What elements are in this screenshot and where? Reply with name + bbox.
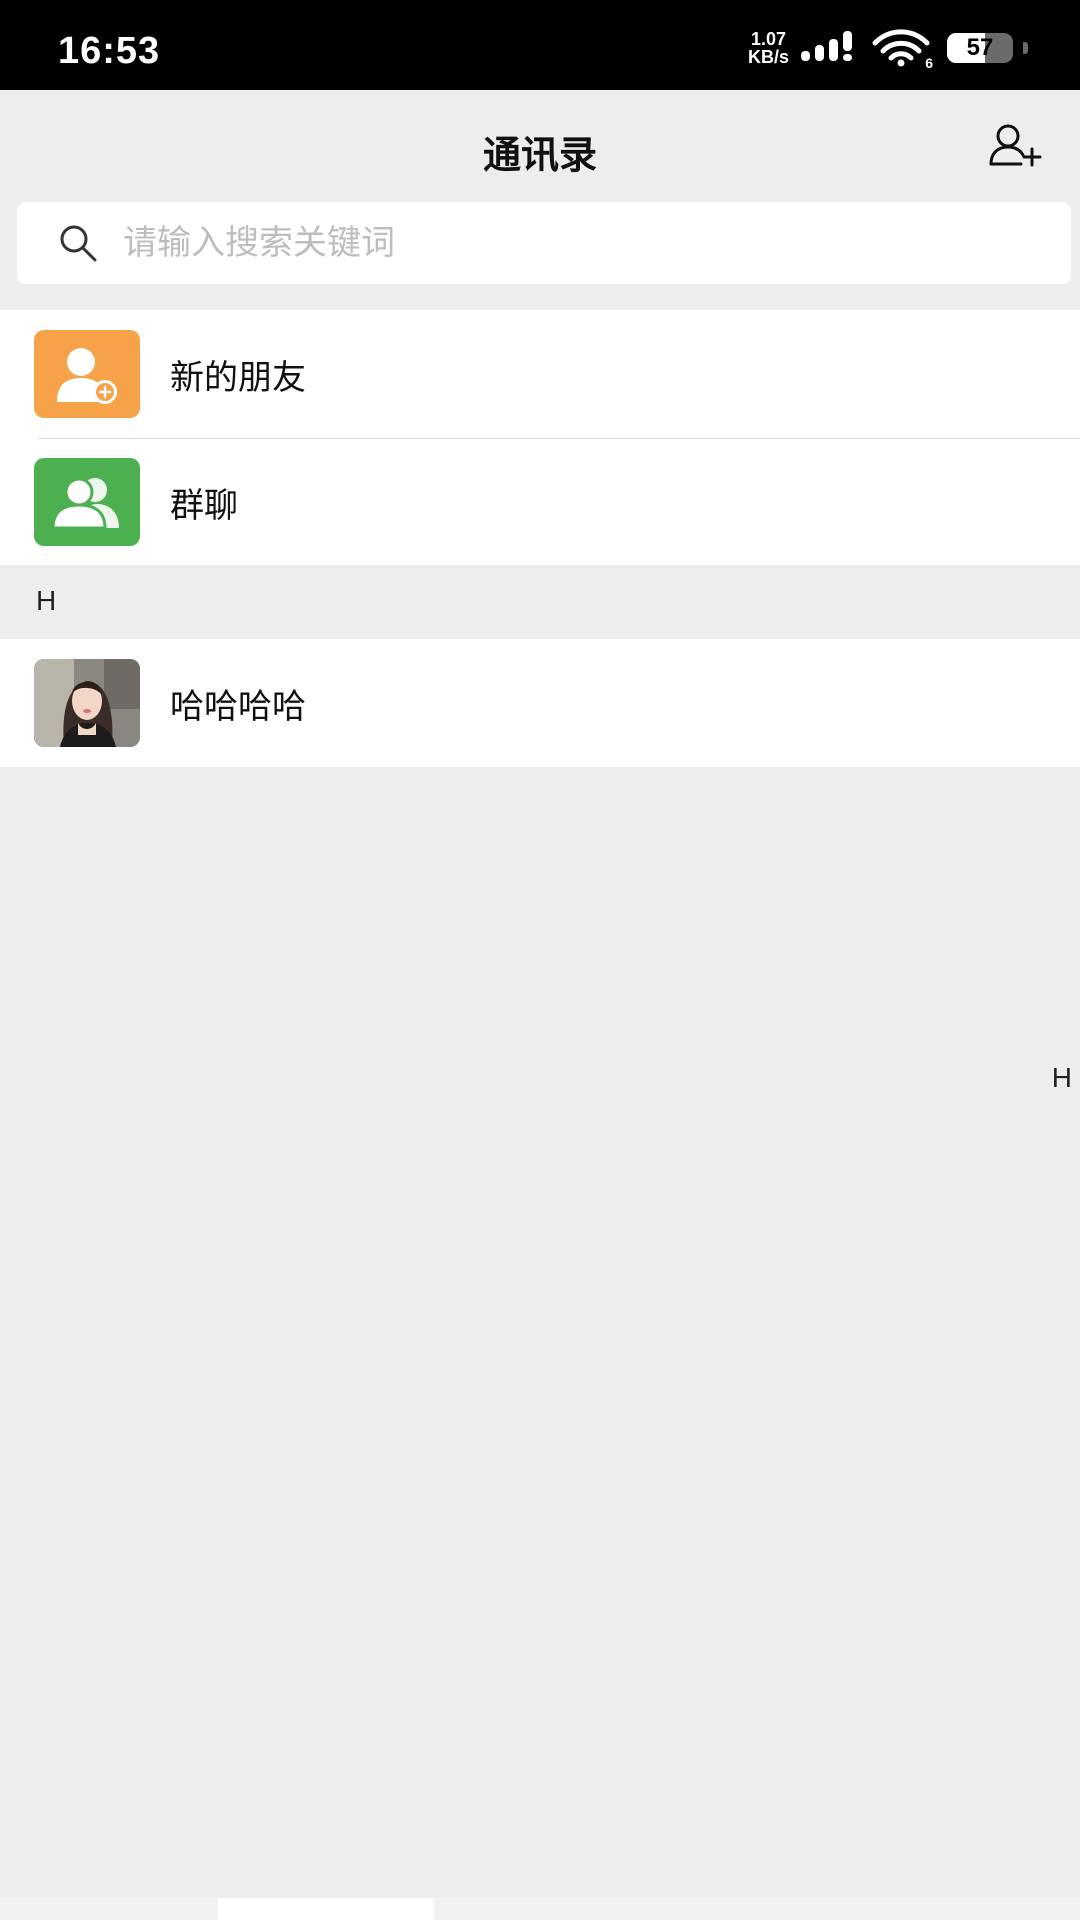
network-speed: 1.07 KB/s	[748, 30, 789, 66]
signal-icon	[799, 29, 861, 67]
battery-level: 57	[966, 34, 994, 61]
search-bar[interactable]	[17, 202, 1071, 284]
new-friend-icon	[34, 330, 140, 418]
list-item[interactable]: 哈哈哈哈	[0, 639, 1080, 767]
page-title: 通讯录	[482, 133, 597, 177]
function-list: 新的朋友 群聊	[0, 310, 1080, 566]
network-speed-value: 1.07	[750, 29, 787, 49]
contact-avatar	[34, 659, 140, 747]
search-icon	[55, 220, 101, 266]
group-chat-icon	[34, 458, 140, 546]
bottom-bar	[0, 1898, 1080, 1920]
add-user-icon	[988, 123, 1044, 171]
wifi-icon: 6	[871, 29, 933, 71]
battery-tip	[1023, 42, 1028, 54]
index-letter: H	[36, 585, 57, 616]
app-header: 通讯录	[0, 90, 1080, 200]
add-contact-button[interactable]	[988, 124, 1044, 170]
status-bar: 16:53 1.07 KB/s 6 57	[0, 0, 1080, 90]
status-time: 16:53	[58, 30, 161, 72]
list-item-new-friends[interactable]: 新的朋友	[0, 310, 1080, 438]
status-icons: 1.07 KB/s 6 57	[748, 24, 1028, 72]
contact-name: 哈哈哈哈	[170, 686, 306, 727]
alphabet-index-letter[interactable]: H	[1052, 1062, 1072, 1094]
battery-icon: 57	[947, 33, 1013, 63]
search-input[interactable]	[121, 222, 1025, 264]
network-speed-unit: KB/s	[747, 47, 789, 67]
index-header: H	[0, 565, 1080, 639]
list-item-group-chat[interactable]: 群聊	[0, 438, 1080, 566]
bottom-tab-indicator	[218, 1898, 434, 1920]
contact-list: 哈哈哈哈	[0, 639, 1080, 767]
wifi-badge: 6	[925, 55, 933, 71]
new-friends-label: 新的朋友	[170, 357, 306, 398]
group-chat-label: 群聊	[170, 485, 238, 526]
